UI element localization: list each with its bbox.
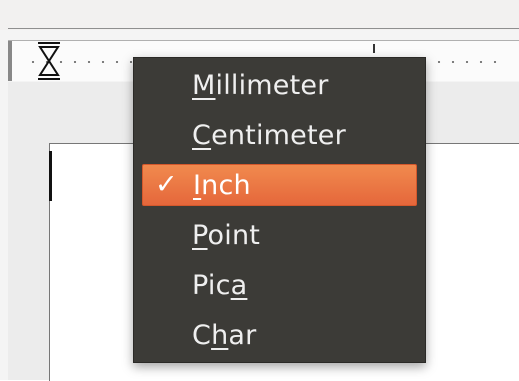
ruler-tab-stop bbox=[373, 44, 375, 53]
menu-item-char[interactable]: Char bbox=[142, 314, 417, 356]
menu-item-centimeter[interactable]: Centimeter bbox=[142, 114, 417, 156]
menu-item-millimeter[interactable]: Millimeter bbox=[142, 64, 417, 106]
hourglass-indent-marker-icon[interactable] bbox=[38, 41, 60, 81]
menu-item-point[interactable]: Point bbox=[142, 214, 417, 256]
menu-item-inch[interactable]: ✓ Inch bbox=[142, 164, 417, 206]
text-cursor bbox=[49, 151, 52, 201]
ruler-left-edge bbox=[8, 41, 12, 81]
menu-item-label-pica: Pica bbox=[192, 269, 248, 301]
toolbar-divider bbox=[8, 28, 519, 29]
menu-item-label-char: Char bbox=[192, 319, 257, 351]
menu-item-label-centimeter: Centimeter bbox=[192, 119, 346, 151]
measurement-unit-menu: Millimeter Centimeter ✓ Inch Point Pica … bbox=[133, 57, 426, 363]
menu-item-label-inch: Inch bbox=[193, 169, 251, 201]
menu-item-label-millimeter: Millimeter bbox=[192, 69, 329, 101]
menu-item-label-point: Point bbox=[192, 219, 261, 251]
menu-item-pica[interactable]: Pica bbox=[142, 264, 417, 306]
toolbar-strip bbox=[0, 0, 519, 30]
checkmark-icon: ✓ bbox=[155, 169, 178, 200]
